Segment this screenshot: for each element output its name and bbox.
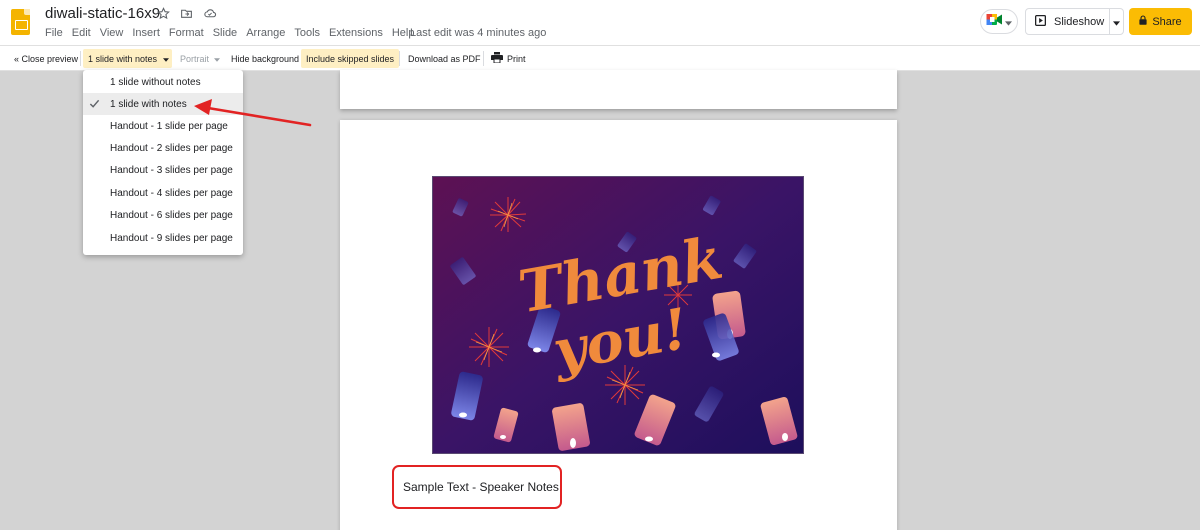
- chevron-down-icon: [214, 54, 221, 64]
- menu-item-label: Handout - 9 slides per page: [110, 232, 233, 244]
- menu-format[interactable]: Format: [169, 27, 204, 39]
- meet-button[interactable]: [980, 9, 1018, 34]
- document-title[interactable]: diwali-static-16x9: [45, 5, 160, 22]
- checkmark-icon: [89, 98, 101, 110]
- menu-item-handout-3[interactable]: Handout - 3 slides per page: [83, 159, 243, 181]
- chevron-down-icon: [1005, 13, 1012, 31]
- menu-item-label: 1 slide with notes: [110, 98, 187, 110]
- include-skipped-slides-button[interactable]: Include skipped slides: [301, 49, 400, 68]
- menu-item-label: Handout - 4 slides per page: [110, 187, 233, 199]
- menu-item-slide-without-notes[interactable]: 1 slide without notes: [83, 71, 243, 93]
- menu-item-label: 1 slide without notes: [110, 76, 201, 88]
- menu-view[interactable]: View: [100, 27, 124, 39]
- thank-you-slide-image: Thank you!: [432, 176, 804, 454]
- annotation-arrow-icon: [194, 99, 312, 127]
- chevron-down-icon: [1113, 13, 1120, 31]
- slideshow-options-button[interactable]: [1110, 9, 1123, 34]
- chevron-down-icon: [163, 54, 170, 64]
- lock-icon: [1139, 15, 1147, 28]
- print-label: Print: [507, 53, 526, 64]
- last-edit-status[interactable]: Last edit was 4 minutes ago: [410, 27, 546, 39]
- slide-page: Thank you! Sample Text - Speaker Notes: [340, 120, 897, 530]
- menu-item-label: Handout - 3 slides per page: [110, 164, 233, 176]
- slides-logo-icon[interactable]: [11, 9, 30, 35]
- printer-icon: [491, 52, 503, 65]
- menu-item-handout-9[interactable]: Handout - 9 slides per page: [83, 227, 243, 249]
- title-bar: diwali-static-16x9 File Edit View Insert…: [0, 0, 1200, 45]
- menu-item-label: Handout - 2 slides per page: [110, 142, 233, 154]
- toolbar-divider: [80, 51, 81, 66]
- cloud-saved-icon[interactable]: [202, 6, 217, 21]
- google-meet-icon: [986, 13, 1003, 31]
- orientation-select[interactable]: Portrait: [175, 49, 225, 68]
- layout-select-value: 1 slide with notes: [88, 53, 158, 64]
- menu-insert[interactable]: Insert: [132, 27, 160, 39]
- menu-bar: File Edit View Insert Format Slide Arran…: [45, 27, 423, 39]
- menu-tools[interactable]: Tools: [294, 27, 320, 39]
- share-label: Share: [1152, 15, 1182, 28]
- speaker-notes: Sample Text - Speaker Notes: [392, 465, 562, 509]
- share-button[interactable]: Share: [1129, 8, 1192, 35]
- menu-file[interactable]: File: [45, 27, 63, 39]
- toolbar-divider: [399, 51, 400, 66]
- menu-item-handout-4[interactable]: Handout - 4 slides per page: [83, 182, 243, 204]
- menu-edit[interactable]: Edit: [72, 27, 91, 39]
- hide-background-button[interactable]: Hide background: [226, 49, 304, 68]
- menu-extensions[interactable]: Extensions: [329, 27, 383, 39]
- print-preview-toolbar: « Close preview 1 slide with notes Portr…: [0, 45, 1200, 71]
- menu-arrange[interactable]: Arrange: [246, 27, 285, 39]
- download-pdf-button[interactable]: Download as PDF: [403, 49, 486, 68]
- orientation-value: Portrait: [180, 53, 210, 64]
- title-actions: [156, 6, 217, 21]
- close-preview-button[interactable]: « Close preview: [9, 49, 83, 68]
- star-icon[interactable]: [156, 6, 171, 21]
- menu-item-handout-6[interactable]: Handout - 6 slides per page: [83, 204, 243, 226]
- slideshow-label: Slideshow: [1054, 15, 1105, 28]
- slideshow-button[interactable]: Slideshow: [1026, 9, 1110, 34]
- slideshow-play-icon: [1034, 14, 1047, 29]
- menu-item-handout-2[interactable]: Handout - 2 slides per page: [83, 137, 243, 159]
- toolbar-divider: [483, 51, 484, 66]
- print-button[interactable]: Print: [486, 49, 531, 68]
- menu-slide[interactable]: Slide: [213, 27, 237, 39]
- menu-item-label: Handout - 6 slides per page: [110, 209, 233, 221]
- slideshow-button-group: Slideshow: [1025, 8, 1124, 35]
- move-to-folder-icon[interactable]: [179, 6, 194, 21]
- layout-select[interactable]: 1 slide with notes: [83, 49, 172, 68]
- previous-slide-page: [340, 70, 897, 109]
